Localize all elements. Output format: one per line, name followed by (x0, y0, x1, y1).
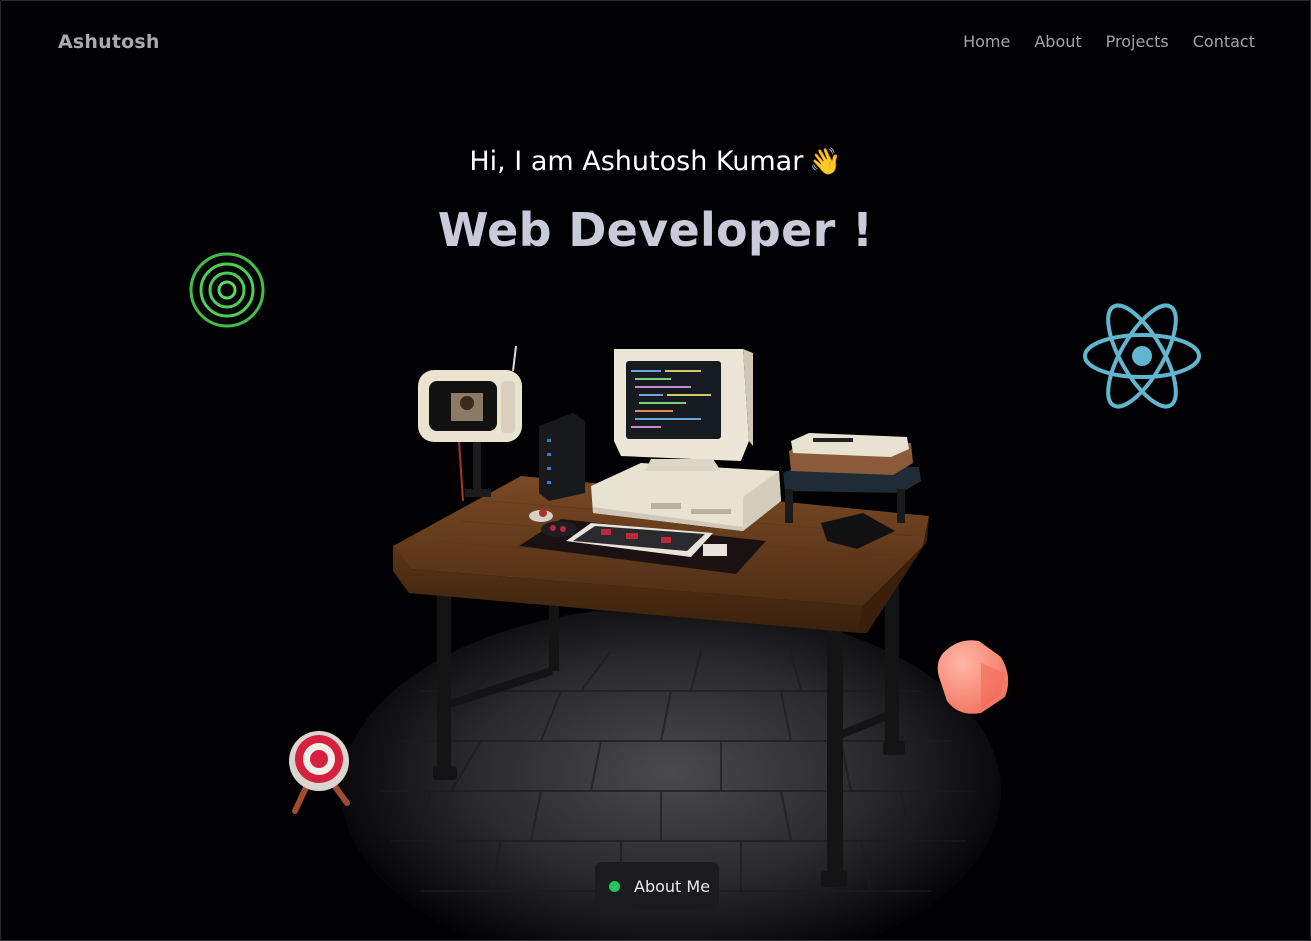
page: Ashutosh Home About Projects Contact Hi,… (0, 0, 1311, 941)
speaker-tower (539, 413, 585, 501)
react-logo-icon (1083, 303, 1201, 409)
brand-logo[interactable]: Ashutosh (58, 31, 160, 53)
hero-headline: Web Developer ! (437, 203, 874, 257)
wave-emoji-icon: 👋 (809, 147, 842, 177)
target-icon (289, 731, 350, 814)
desk-setup-scene (189, 252, 1201, 940)
nav-contact[interactable]: Contact (1193, 32, 1255, 51)
nav-projects[interactable]: Projects (1106, 32, 1169, 51)
mini-monitor (418, 345, 522, 502)
status-dot-icon (609, 880, 620, 892)
nav-home[interactable]: Home (963, 32, 1010, 51)
gamepad (541, 521, 577, 537)
concentric-rings-icon (189, 252, 265, 328)
main-nav: Home About Projects Contact (963, 32, 1255, 51)
retro-monitor (614, 349, 753, 471)
about-me-button[interactable]: About Me (595, 862, 719, 910)
nav-about[interactable]: About (1034, 32, 1081, 51)
greeting-text: Hi, I am Ashutosh Kumar (469, 146, 804, 177)
hero-greeting: Hi, I am Ashutosh Kumar 👋 (1, 146, 1310, 177)
about-me-label: About Me (634, 876, 711, 896)
